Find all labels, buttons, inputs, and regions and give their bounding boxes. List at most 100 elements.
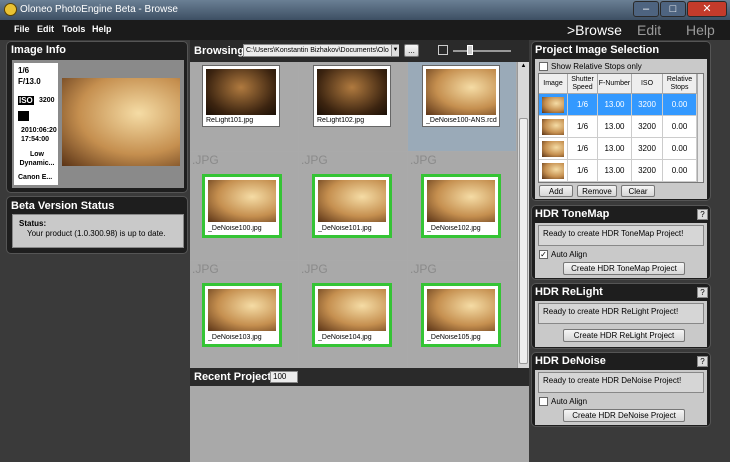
minimize-button[interactable]: – (633, 1, 659, 17)
grid-cell[interactable]: .JPG _DeNoise102.jpg (408, 152, 517, 261)
thumbnail[interactable]: _DeNoise100-ANS.rcd (422, 65, 500, 127)
thumbnail-selected[interactable]: _DeNoise101.jpg (312, 174, 392, 238)
grid-cell[interactable]: .JPG _DeNoise103.jpg (190, 261, 299, 368)
exif-aperture: F/13.0 (18, 77, 41, 86)
menu-edit[interactable]: Edit (37, 24, 54, 34)
tonemap-auto-align-checkbox[interactable]: ✓ (539, 250, 548, 259)
zoom-fit-icon[interactable] (438, 45, 448, 55)
add-button[interactable]: Add (539, 185, 573, 197)
tab-browse[interactable]: >Browse (567, 22, 622, 38)
thumbnail-selected[interactable]: _DeNoise104.jpg (312, 283, 392, 347)
grid-cell-selected[interactable]: _DeNoise100-ANS.rcd (408, 62, 517, 152)
row-fnumber: 13.00 (598, 94, 632, 116)
thumbnail-image (318, 289, 386, 331)
row-fnumber: 13.00 (598, 138, 632, 160)
zoom-slider-handle[interactable] (467, 45, 473, 55)
denoise-status-box: Ready to create HDR DeNoise Project! (538, 372, 704, 393)
grid-cell[interactable]: .JPG _DeNoise105.jpg (408, 261, 517, 368)
iso-icon: ISO (18, 96, 34, 105)
table-row[interactable]: 1/6 13.00 3200 0.00 (539, 160, 697, 182)
row-fnumber: 13.00 (598, 160, 632, 182)
browse-folder-button[interactable]: ... (404, 44, 419, 57)
tonemap-auto-align-label: Auto Align (551, 250, 588, 259)
row-iso: 3200 (632, 116, 663, 138)
create-denoise-button[interactable]: Create HDR DeNoise Project (563, 409, 685, 422)
thumbnail-selected[interactable]: _DeNoise100.jpg (202, 174, 282, 238)
recent-count-dropdown[interactable]: 100 (270, 371, 298, 383)
relight-status: Ready to create HDR ReLight Project! (543, 307, 679, 316)
tonemap-title: HDR ToneMap (535, 208, 610, 220)
menu-file[interactable]: File (14, 24, 30, 34)
thumbnail-caption: _DeNoise101.jpg (318, 225, 372, 232)
scroll-up-icon[interactable]: ▲ (519, 63, 528, 72)
tab-help[interactable]: Help (686, 22, 715, 38)
table-row[interactable]: 1/6 13.00 3200 0.00 (539, 116, 697, 138)
grid-cell[interactable]: .JPG _DeNoise100.jpg (190, 152, 299, 261)
thumbnail-grid: ReLight101.jpg ReLight102.jpg _DeNoise10… (190, 62, 517, 368)
remove-button[interactable]: Remove (577, 185, 617, 197)
menu-tools[interactable]: Tools (62, 24, 85, 34)
menu-bar: File Edit Tools Help >Browse Edit Help (0, 20, 730, 40)
thumbnail-image (318, 180, 386, 222)
denoise-help-icon[interactable]: ? (697, 356, 708, 367)
relight-body: Ready to create HDR ReLight Project! Cre… (535, 301, 707, 347)
denoise-body: Ready to create HDR DeNoise Project! Aut… (535, 370, 707, 425)
thumbnail-selected[interactable]: _DeNoise105.jpg (421, 283, 501, 347)
beta-status-panel: Beta Version Status Status: Your product… (6, 196, 188, 254)
row-shutter: 1/6 (568, 160, 598, 182)
denoise-title: HDR DeNoise (535, 355, 606, 367)
exif-column: 1/6 F/13.0 ISO 3200 2010:06:20 17:54:00 … (14, 63, 58, 185)
row-relative: 0.00 (663, 116, 697, 138)
project-selection-title: Project Image Selection (535, 44, 660, 56)
row-iso: 3200 (632, 138, 663, 160)
zoom-slider[interactable] (453, 50, 511, 52)
relight-help-icon[interactable]: ? (697, 287, 708, 298)
create-tonemap-button[interactable]: Create HDR ToneMap Project (563, 262, 685, 275)
grid-scrollbar[interactable]: ▲ (517, 62, 529, 368)
grid-cell[interactable]: ReLight101.jpg (190, 62, 299, 152)
thumbnail-image (427, 289, 495, 331)
chevron-down-icon[interactable]: ▼ (391, 45, 399, 56)
thumbnail-image (208, 180, 276, 222)
col-header-shutter: Shutter Speed (568, 74, 598, 94)
maximize-button[interactable]: □ (660, 1, 686, 17)
create-relight-button[interactable]: Create HDR ReLight Project (563, 329, 685, 342)
thumbnail-image (208, 289, 276, 331)
row-shutter: 1/6 (568, 94, 598, 116)
browse-bar: Browsing: C:\Users\Konstantin Bizhakov\D… (190, 40, 529, 62)
status-text: Your product (1.0.300.98) is up to date. (27, 229, 166, 238)
show-relative-checkbox[interactable] (539, 62, 548, 71)
tonemap-status: Ready to create HDR ToneMap Project! (543, 229, 684, 238)
relight-title: HDR ReLight (535, 286, 603, 298)
table-row[interactable]: 1/6 13.00 3200 0.00 (539, 94, 697, 116)
denoise-auto-align-checkbox[interactable] (539, 397, 548, 406)
row-image-cell (539, 160, 568, 182)
exif-date: 2010:06:20 (21, 127, 57, 134)
file-type-label: .JPG (301, 262, 328, 276)
tab-edit[interactable]: Edit (637, 22, 661, 38)
scrollbar-thumb[interactable] (519, 118, 528, 364)
menu-help[interactable]: Help (92, 24, 112, 34)
row-relative: 0.00 (663, 160, 697, 182)
thumbnail-caption: _DeNoise104.jpg (318, 334, 372, 341)
thumbnail-selected[interactable]: _DeNoise102.jpg (421, 174, 501, 238)
thumbnail[interactable]: ReLight102.jpg (313, 65, 391, 127)
grid-cell[interactable]: .JPG _DeNoise101.jpg (299, 152, 408, 261)
path-dropdown[interactable]: C:\Users\Konstantin Bizhakov\Documents\O… (243, 44, 399, 57)
tonemap-status-box: Ready to create HDR ToneMap Project! (538, 225, 704, 246)
table-scrollbar[interactable] (697, 74, 703, 182)
table-row[interactable]: 1/6 13.00 3200 0.00 (539, 138, 697, 160)
close-button[interactable]: ✕ (687, 1, 727, 17)
row-shutter: 1/6 (568, 138, 598, 160)
thumbnail-selected[interactable]: _DeNoise103.jpg (202, 283, 282, 347)
project-selection-panel: Project Image Selection Show Relative St… (531, 41, 711, 201)
tonemap-help-icon[interactable]: ? (697, 209, 708, 220)
preview-image (62, 78, 180, 166)
thumbnail[interactable]: ReLight101.jpg (202, 65, 280, 127)
thumbnail-caption: _DeNoise105.jpg (427, 334, 481, 341)
recent-projects-label: Recent Projects: (194, 371, 281, 383)
grid-cell[interactable]: .JPG _DeNoise104.jpg (299, 261, 408, 368)
show-relative-label: Show Relative Stops only (551, 62, 642, 71)
clear-button[interactable]: Clear (621, 185, 655, 197)
grid-cell[interactable]: ReLight102.jpg (299, 62, 408, 152)
